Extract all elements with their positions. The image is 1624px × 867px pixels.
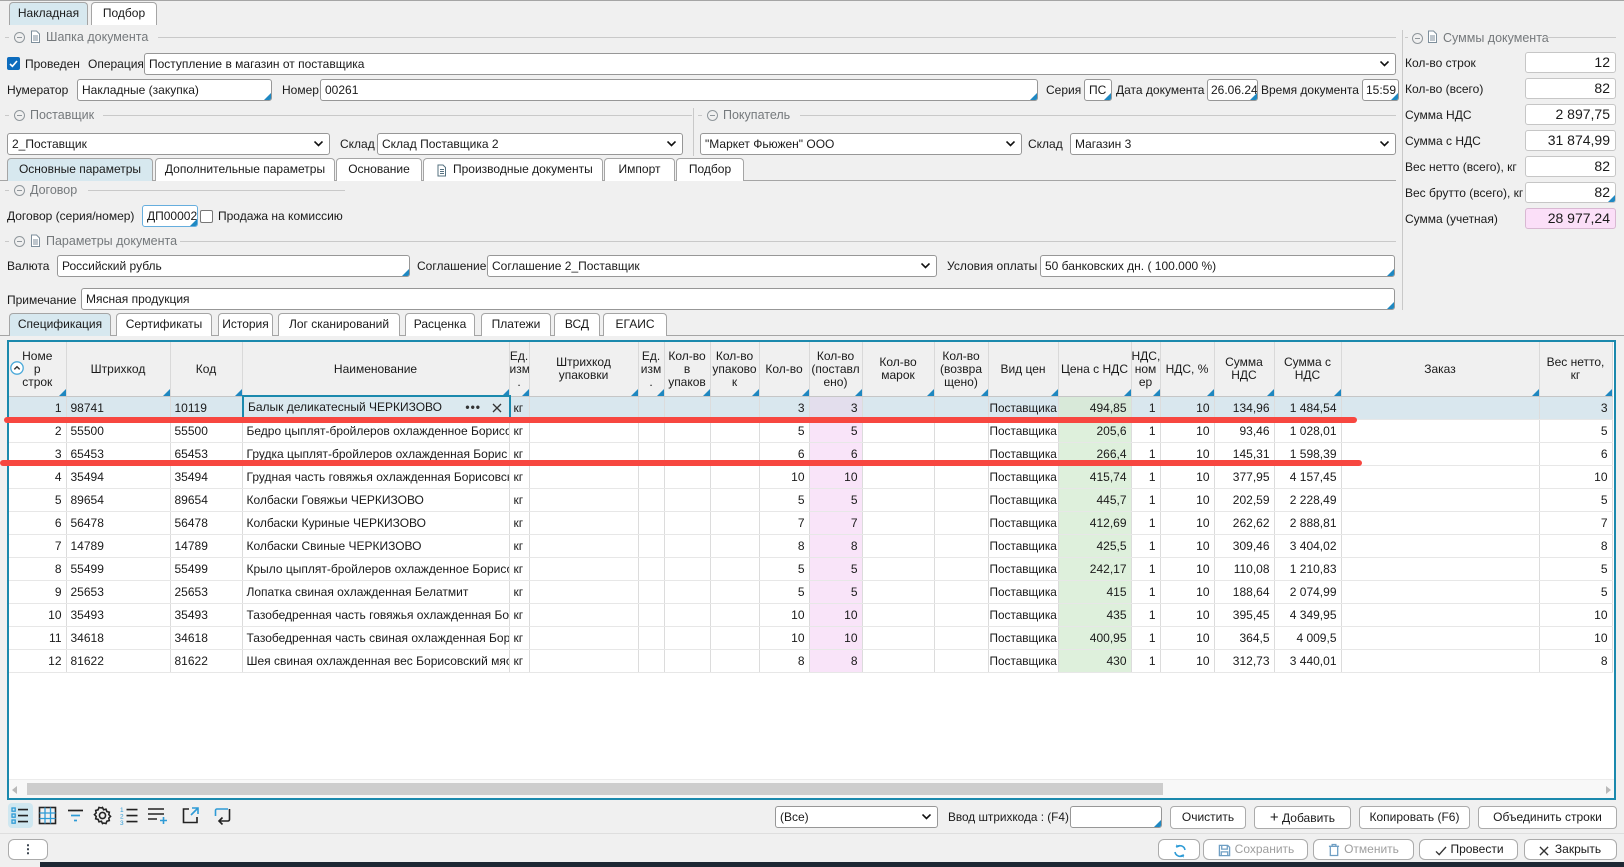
svg-text:3: 3 — [120, 820, 124, 825]
